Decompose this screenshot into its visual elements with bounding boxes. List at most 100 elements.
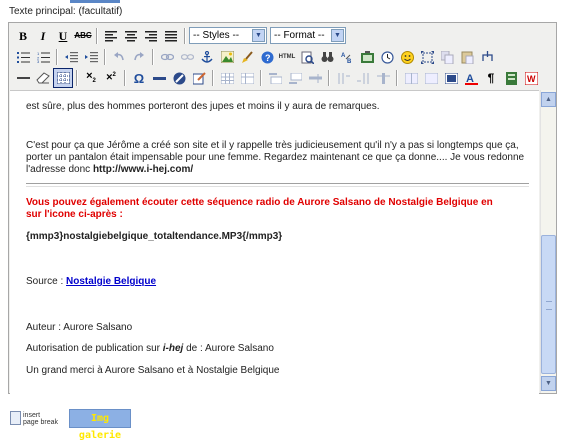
align-justify-button[interactable] <box>161 26 181 46</box>
scroll-down-icon[interactable]: ▼ <box>541 376 556 391</box>
insert-hr-button[interactable] <box>149 68 169 88</box>
copy-icon <box>440 50 453 64</box>
paste-button[interactable] <box>457 47 477 67</box>
author-line: Auteur : Aurore Salsano <box>26 322 133 333</box>
split-cells-icon <box>404 72 418 84</box>
subscript-button[interactable]: ×2 <box>81 68 101 88</box>
italic-button[interactable]: I <box>33 26 53 46</box>
align-left-button[interactable] <box>101 26 121 46</box>
split-cells-button[interactable] <box>401 68 421 88</box>
paste-word-button[interactable]: W <box>521 68 541 88</box>
cleanup-button[interactable] <box>237 47 257 67</box>
toolbar-row-1: B I U ABC -- Styles -- ▼ -- Format -- ▼ <box>9 26 556 47</box>
text-span: Autorisation de publication sur <box>26 343 163 354</box>
unlink-button[interactable] <box>177 47 197 67</box>
template-icon <box>505 71 517 85</box>
toolbar-separator <box>56 49 58 65</box>
toolbar-row-3: ×2 ×2 Ω A ¶ W <box>9 68 556 89</box>
paragraph-line: porter un pantalon était impensable pour… <box>26 152 525 163</box>
visual-aid-button[interactable] <box>53 68 73 88</box>
eraser-icon <box>36 72 50 84</box>
active-tab-indicator <box>70 0 120 3</box>
insert-layer-button[interactable] <box>477 47 497 67</box>
datetime-button[interactable] <box>377 47 397 67</box>
template-button[interactable] <box>501 68 521 88</box>
col-before-button[interactable] <box>333 68 353 88</box>
edit-attributes-button[interactable] <box>189 68 209 88</box>
scroll-thumb[interactable] <box>541 235 556 374</box>
image-icon <box>220 51 234 63</box>
table-icon <box>220 72 234 84</box>
insert-table-button[interactable] <box>217 68 237 88</box>
align-center-button[interactable] <box>121 26 141 46</box>
img-galerie-button[interactable]: Img galerie <box>69 409 131 441</box>
help-button[interactable]: ? <box>257 47 277 67</box>
outdent-button[interactable] <box>61 47 81 67</box>
delete-col-button[interactable] <box>373 68 393 88</box>
svg-text:B: B <box>347 59 352 63</box>
table-props-icon <box>240 72 254 84</box>
styles-select-value: -- Styles -- <box>193 30 240 41</box>
html-source-button[interactable]: HTML <box>277 47 297 67</box>
chevron-down-icon: ▼ <box>252 29 265 42</box>
table-props-button[interactable] <box>237 68 257 88</box>
indent-button[interactable] <box>81 47 101 67</box>
align-right-button[interactable] <box>141 26 161 46</box>
styles-select[interactable]: -- Styles -- ▼ <box>189 27 267 44</box>
undo-button[interactable] <box>109 47 129 67</box>
table-grid-icon <box>56 72 70 84</box>
subscript-icon: ×2 <box>86 70 96 85</box>
anchor-button[interactable] <box>197 47 217 67</box>
fullscreen-button[interactable] <box>417 47 437 67</box>
format-select[interactable]: -- Format -- ▼ <box>270 27 346 44</box>
binoculars-icon <box>321 52 333 62</box>
strikethrough-button[interactable]: ABC <box>73 26 93 46</box>
link-button[interactable] <box>157 47 177 67</box>
numbered-list-button[interactable]: 123 <box>33 47 53 67</box>
merge-cells-button[interactable] <box>421 68 441 88</box>
insert-image-button[interactable] <box>217 47 237 67</box>
svg-text:A: A <box>341 53 346 59</box>
print-preview-button[interactable] <box>297 47 317 67</box>
align-left-icon <box>105 30 117 41</box>
media-button[interactable] <box>357 47 377 67</box>
col-after-button[interactable] <box>353 68 373 88</box>
font-color-button[interactable]: A <box>461 68 481 88</box>
align-center-icon <box>125 30 137 41</box>
horizontal-rule-icon <box>16 77 30 79</box>
toolbar-separator <box>184 28 186 44</box>
highlight-line: Vous pouvez également écouter cette séqu… <box>26 197 493 208</box>
copy-button[interactable] <box>437 47 457 67</box>
source-link[interactable]: Nostalgie Belgique <box>66 276 156 287</box>
vertical-scrollbar[interactable]: ▲ ▼ <box>540 90 556 393</box>
bold-button[interactable]: B <box>13 26 33 46</box>
toolbar-separator <box>104 49 106 65</box>
superscript-button[interactable]: ×2 <box>101 68 121 88</box>
search-button[interactable] <box>317 47 337 67</box>
delete-row-button[interactable] <box>305 68 325 88</box>
show-blocks-button[interactable]: ¶ <box>481 68 501 88</box>
media-icon <box>360 50 374 63</box>
special-char-button[interactable]: Ω <box>129 68 149 88</box>
editor-content[interactable]: est sûre, plus des hommes porteront des … <box>10 90 539 394</box>
insert-pagebreak-button[interactable]: insert page break <box>9 410 69 428</box>
bullet-list-button[interactable] <box>13 47 33 67</box>
row-after-button[interactable] <box>285 68 305 88</box>
remove-format-button[interactable] <box>33 68 53 88</box>
horizontal-rule-button[interactable] <box>13 68 33 88</box>
outdent-icon <box>64 51 78 62</box>
grip-icon <box>546 301 552 310</box>
redo-button[interactable] <box>129 47 149 67</box>
toolbar-separator <box>212 70 214 86</box>
underline-button[interactable]: U <box>53 26 73 46</box>
text-span: l'adresse donc <box>26 164 93 175</box>
cell-props-button[interactable] <box>441 68 461 88</box>
scroll-up-icon[interactable]: ▲ <box>541 92 556 107</box>
toolbar-separator <box>96 28 98 44</box>
clock-icon <box>380 50 394 64</box>
row-before-button[interactable] <box>265 68 285 88</box>
emotions-button[interactable] <box>397 47 417 67</box>
font-color-icon: A <box>464 73 478 85</box>
replace-button[interactable]: AB <box>337 47 357 67</box>
edit-link-button[interactable] <box>169 68 189 88</box>
